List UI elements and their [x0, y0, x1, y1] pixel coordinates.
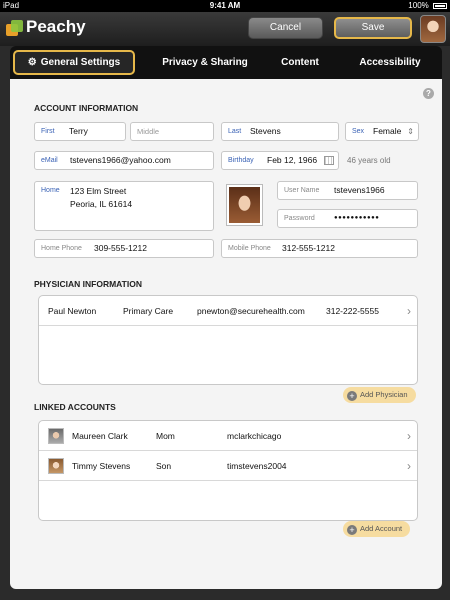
avatar	[48, 428, 64, 444]
birthday-label: Birthday	[228, 157, 254, 164]
username-label: User Name	[284, 187, 320, 194]
add-physician-button[interactable]: + Add Physician	[343, 387, 416, 403]
account-section-title: ACCOUNT INFORMATION	[34, 103, 139, 113]
status-time: 9:41 AM	[209, 1, 241, 10]
settings-panel: ? ACCOUNT INFORMATION First Terry Middle…	[10, 79, 442, 589]
avatar	[48, 458, 64, 474]
plus-icon: +	[347, 391, 357, 401]
sex-select[interactable]: Sex Female ⇕	[345, 122, 419, 141]
add-physician-label: Add Physician	[360, 390, 408, 399]
list-item[interactable]: Maureen Clark Mom mclarkchicago ›	[39, 421, 417, 451]
stepper-arrows-icon: ⇕	[407, 127, 414, 136]
home-phone-label: Home Phone	[41, 245, 82, 252]
battery-status: 100%	[408, 0, 447, 12]
add-account-button[interactable]: + Add Account	[343, 521, 411, 537]
linked-accounts-list: Maureen Clark Mom mclarkchicago › Timmy …	[38, 420, 418, 521]
home-phone-value: 309-555-1212	[94, 243, 147, 253]
username-value: tstevens1966	[334, 185, 385, 195]
password-label: Password	[284, 215, 315, 222]
list-item[interactable]: Timmy Stevens Son timstevens2004 ›	[39, 451, 417, 481]
username-field[interactable]: User Name tstevens1966	[277, 181, 418, 200]
help-icon[interactable]: ?	[423, 88, 434, 99]
peachy-logo-icon	[6, 20, 24, 38]
birthday-value: Feb 12, 1966	[267, 155, 318, 165]
linked-section-title: LINKED ACCOUNTS	[34, 402, 116, 412]
chevron-right-icon: ›	[407, 429, 411, 443]
physician-phone: 312-222-5555	[326, 306, 379, 316]
sex-label: Sex	[352, 128, 365, 135]
linked-relation: Son	[156, 461, 172, 471]
mobile-phone-value: 312-555-1212	[282, 243, 335, 253]
first-name-value: Terry	[69, 126, 88, 136]
chevron-right-icon: ›	[407, 304, 411, 318]
physician-list: Paul Newton Primary Care pnewton@secureh…	[38, 295, 418, 385]
physician-role: Primary Care	[123, 306, 174, 316]
tab-content[interactable]: Content	[260, 46, 340, 79]
home-address-label: Home	[41, 187, 60, 194]
chevron-right-icon: ›	[407, 459, 411, 473]
status-bar: iPad 9:41 AM 100%	[0, 0, 450, 12]
cancel-button[interactable]: Cancel	[248, 17, 323, 39]
mobile-phone-field[interactable]: Mobile Phone 312-555-1212	[221, 239, 418, 258]
home-address-line1: 123 Elm Street	[70, 186, 127, 196]
tab-general-settings[interactable]: ⚙ General Settings	[13, 50, 135, 75]
user-avatar[interactable]	[420, 15, 446, 43]
home-address-field[interactable]: Home 123 Elm Street Peoria, IL 61614	[34, 181, 214, 231]
password-value: ●●●●●●●●●●●	[334, 215, 380, 221]
battery-icon	[433, 3, 447, 9]
physician-email: pnewton@securehealth.com	[197, 306, 305, 316]
physician-section-title: PHYSICIAN INFORMATION	[34, 279, 142, 289]
home-phone-field[interactable]: Home Phone 309-555-1212	[34, 239, 214, 258]
profile-photo[interactable]	[226, 184, 263, 226]
battery-percent: 100%	[408, 1, 429, 10]
middle-name-placeholder: Middle	[137, 127, 160, 136]
linked-username: mclarkchicago	[227, 431, 282, 441]
sex-value: Female	[373, 126, 402, 136]
last-name-field[interactable]: Last Stevens	[221, 122, 339, 141]
email-label: eMail	[41, 157, 58, 164]
linked-username: timstevens2004	[227, 461, 287, 471]
birthday-field[interactable]: Birthday Feb 12, 1966	[221, 151, 339, 170]
app-header: Peachy Cancel Save	[0, 12, 450, 46]
email-field[interactable]: eMail tstevens1966@yahoo.com	[34, 151, 214, 170]
first-name-field[interactable]: First Terry	[34, 122, 126, 141]
home-address-line2: Peoria, IL 61614	[70, 199, 133, 209]
physician-name: Paul Newton	[48, 306, 97, 316]
app-title: Peachy	[26, 17, 86, 36]
settings-tabs: ⚙ General Settings Privacy & Sharing Cont…	[10, 46, 442, 79]
plus-icon: +	[347, 525, 357, 535]
add-account-label: Add Account	[360, 524, 403, 533]
age-text: 46 years old	[347, 156, 391, 165]
first-name-label: First	[41, 128, 55, 135]
tab-accessibility[interactable]: Accessibility	[340, 46, 440, 79]
password-field[interactable]: Password ●●●●●●●●●●●	[277, 209, 418, 228]
last-name-value: Stevens	[250, 126, 281, 136]
linked-name: Maureen Clark	[72, 431, 128, 441]
linked-relation: Mom	[156, 431, 175, 441]
email-value: tstevens1966@yahoo.com	[70, 155, 171, 165]
save-button[interactable]: Save	[334, 17, 412, 39]
tab-privacy-sharing[interactable]: Privacy & Sharing	[150, 46, 260, 79]
linked-name: Timmy Stevens	[72, 461, 131, 471]
calendar-icon[interactable]	[324, 156, 334, 165]
list-item[interactable]: Paul Newton Primary Care pnewton@secureh…	[39, 296, 417, 326]
mobile-phone-label: Mobile Phone	[228, 245, 271, 252]
last-name-label: Last	[228, 128, 242, 135]
tab-label: General Settings	[40, 57, 121, 68]
middle-name-field[interactable]: Middle	[130, 122, 214, 141]
gear-icon: ⚙	[27, 57, 37, 68]
